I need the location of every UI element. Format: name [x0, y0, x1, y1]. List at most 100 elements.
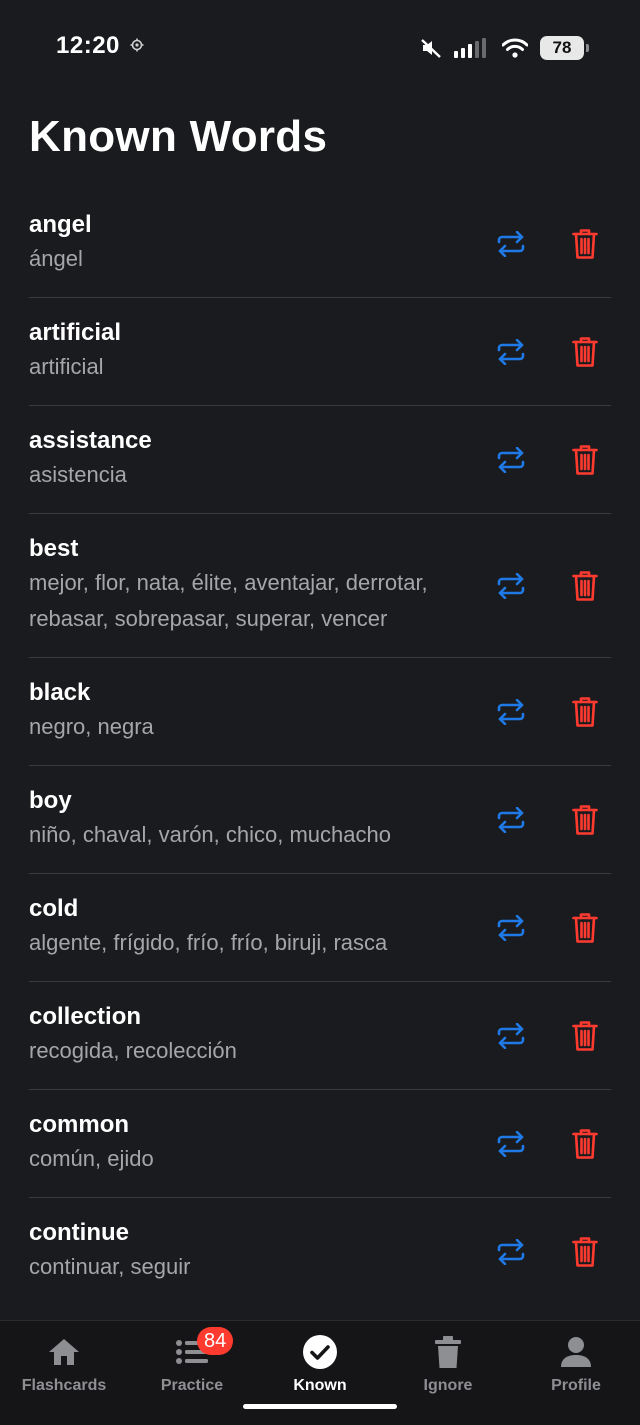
delete-button[interactable]	[567, 442, 603, 478]
word-translation: asistencia	[29, 462, 127, 487]
tab-label: Practice	[160, 1377, 224, 1394]
trash-icon	[572, 336, 598, 367]
check-circle-icon	[302, 1334, 338, 1370]
word-text: common común, ejido	[29, 1090, 493, 1197]
word-translation: ángel	[29, 246, 83, 271]
trash-icon	[572, 228, 598, 259]
word-row[interactable]: common común, ejido	[29, 1090, 611, 1198]
delete-button[interactable]	[567, 694, 603, 730]
row-actions	[493, 442, 603, 478]
known-words-screen: 12:20 78 Known Words angel ángel artific…	[0, 0, 640, 1425]
status-time: 12:20	[56, 32, 120, 59]
repeat-icon	[497, 1130, 525, 1157]
word-row[interactable]: cold algente, frígido, frío, frío, biruj…	[29, 874, 611, 982]
trash-icon	[572, 444, 598, 475]
delete-button[interactable]	[567, 1126, 603, 1162]
word-text: continue continuar, seguir	[29, 1198, 493, 1305]
tab-flashcards[interactable]: Flashcards	[0, 1321, 128, 1425]
word-row[interactable]: assistance asistencia	[29, 406, 611, 514]
tab-practice[interactable]: Practice 84	[128, 1321, 256, 1425]
word-term: artificial	[29, 319, 122, 346]
swap-button[interactable]	[493, 1126, 529, 1162]
word-translation: mejor, flor, nata, élite, aventajar, der…	[29, 570, 428, 631]
trash-icon	[572, 1020, 598, 1051]
row-actions	[493, 910, 603, 946]
tab-label: Ignore	[423, 1377, 473, 1394]
word-text: assistance asistencia	[29, 406, 493, 513]
repeat-icon	[497, 914, 525, 941]
signal-icon	[454, 38, 486, 58]
swap-button[interactable]	[493, 226, 529, 262]
row-actions	[493, 1126, 603, 1162]
trash-icon	[572, 912, 598, 943]
word-translation: común, ejido	[29, 1146, 154, 1171]
delete-button[interactable]	[567, 910, 603, 946]
word-text: collection recogida, recolección	[29, 982, 493, 1089]
trash-icon	[572, 570, 598, 601]
row-actions	[493, 334, 603, 370]
word-term: collection	[29, 1003, 142, 1030]
tab-bar: Flashcards Practice 84 Known Ignore Profile	[0, 1320, 640, 1425]
repeat-icon	[497, 1022, 525, 1049]
word-text: artificial artificial	[29, 298, 493, 405]
word-row[interactable]: continue continuar, seguir	[29, 1198, 611, 1305]
swap-button[interactable]	[493, 910, 529, 946]
tab-known[interactable]: Known	[256, 1321, 384, 1425]
status-icons: 78	[420, 34, 589, 62]
mute-icon	[421, 39, 441, 58]
delete-button[interactable]	[567, 1018, 603, 1054]
row-actions	[493, 568, 603, 604]
repeat-icon	[497, 338, 525, 365]
delete-button[interactable]	[567, 802, 603, 838]
repeat-icon	[497, 698, 525, 725]
repeat-icon	[497, 806, 525, 833]
delete-button[interactable]	[567, 226, 603, 262]
row-actions	[493, 802, 603, 838]
trash-icon	[572, 804, 598, 835]
swap-button[interactable]	[493, 442, 529, 478]
word-term: boy	[29, 787, 72, 814]
row-actions	[493, 1234, 603, 1270]
swap-button[interactable]	[493, 1018, 529, 1054]
word-row[interactable]: angel ángel	[29, 190, 611, 298]
person-icon	[558, 1334, 594, 1370]
trash-icon	[572, 1128, 598, 1159]
delete-button[interactable]	[567, 1234, 603, 1270]
word-row[interactable]: boy niño, chaval, varón, chico, muchacho	[29, 766, 611, 874]
word-translation: negro, negra	[29, 714, 154, 739]
word-translation: algente, frígido, frío, frío, biruji, ra…	[29, 930, 388, 955]
swap-button[interactable]	[493, 694, 529, 730]
repeat-icon	[497, 446, 525, 473]
word-text: cold algente, frígido, frío, frío, biruj…	[29, 874, 493, 981]
word-row[interactable]: black negro, negra	[29, 658, 611, 766]
word-text: black negro, negra	[29, 658, 493, 765]
word-text: angel ángel	[29, 190, 493, 297]
delete-button[interactable]	[567, 334, 603, 370]
tab-ignore[interactable]: Ignore	[384, 1321, 512, 1425]
repeat-icon	[497, 230, 525, 257]
word-translation: artificial	[29, 354, 104, 379]
word-term: common	[29, 1111, 130, 1138]
tab-label: Known	[293, 1377, 347, 1394]
word-term: continue	[29, 1219, 129, 1246]
swap-button[interactable]	[493, 568, 529, 604]
page-title: Known Words	[29, 112, 328, 161]
battery-icon: 78	[540, 36, 589, 60]
word-row[interactable]: collection recogida, recolección	[29, 982, 611, 1090]
trash-icon	[572, 696, 598, 727]
delete-button[interactable]	[567, 568, 603, 604]
tab-profile[interactable]: Profile	[512, 1321, 640, 1425]
swap-button[interactable]	[493, 802, 529, 838]
word-translation: continuar, seguir	[29, 1254, 191, 1279]
wifi-icon	[502, 38, 528, 58]
swap-button[interactable]	[493, 334, 529, 370]
row-actions	[493, 694, 603, 730]
home-indicator	[243, 1404, 397, 1409]
word-row[interactable]: artificial artificial	[29, 298, 611, 406]
word-translation: niño, chaval, varón, chico, muchacho	[29, 822, 391, 847]
word-row[interactable]: best mejor, flor, nata, élite, aventajar…	[29, 514, 611, 658]
word-term: angel	[29, 211, 92, 238]
trash-icon	[572, 1236, 598, 1267]
swap-button[interactable]	[493, 1234, 529, 1270]
word-term: best	[29, 535, 79, 562]
